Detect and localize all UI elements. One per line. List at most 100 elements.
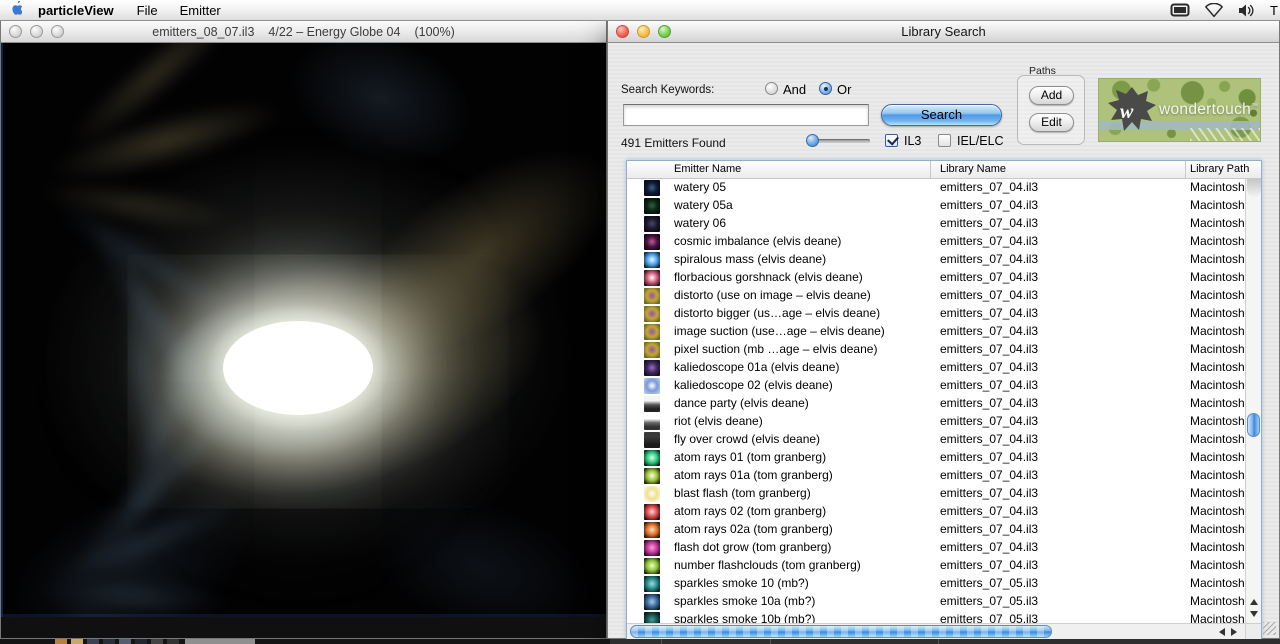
cell-library: emitters_07_04.il3: [940, 396, 1039, 410]
radio-or[interactable]: [819, 82, 832, 95]
table-row[interactable]: cosmic imbalance (elvis deane) emitters_0…: [627, 233, 1247, 251]
table-row[interactable]: atom rays 02 (tom granberg) emitters_07_0…: [627, 503, 1247, 521]
cell-library: emitters_07_05.il3: [940, 576, 1039, 590]
table-row[interactable]: flash dot grow (tom granberg) emitters_07…: [627, 539, 1247, 557]
zoom-button[interactable]: [658, 25, 671, 38]
menu-app-name[interactable]: particleView: [30, 0, 126, 20]
cell-path: Macintosh: [1190, 504, 1245, 518]
display-icon[interactable]: [1170, 3, 1190, 18]
column-divider[interactable]: [930, 161, 931, 179]
table-row[interactable]: pixel suction (mb …age – elvis deane) emi…: [627, 341, 1247, 359]
table-row[interactable]: watery 05 emitters_07_04.il3 Macintosh: [627, 179, 1247, 197]
distorto-thumbnail: [644, 288, 660, 304]
results-slider[interactable]: [806, 134, 870, 147]
volume-icon[interactable]: [1238, 3, 1256, 18]
table-row[interactable]: riot (elvis deane) emitters_07_04.il3 Maci…: [627, 413, 1247, 431]
scroll-right-arrow[interactable]: [1231, 628, 1237, 636]
zoom-button[interactable]: [51, 25, 64, 38]
kaliedoscope-01a-thumbnail: [644, 360, 660, 376]
table-row[interactable]: number flashclouds (tom granberg) emitter…: [627, 557, 1247, 575]
scroll-left-arrow[interactable]: [1219, 628, 1225, 636]
background-thumbnail-fragment: [103, 639, 115, 644]
table-row[interactable]: fly over crowd (elvis deane) emitters_07_…: [627, 431, 1247, 449]
library-titlebar[interactable]: Library Search: [608, 21, 1279, 43]
table-row[interactable]: blast flash (tom granberg) emitters_07_04…: [627, 485, 1247, 503]
cell-library: emitters_07_04.il3: [940, 306, 1039, 320]
edit-path-button[interactable]: Edit: [1029, 113, 1074, 132]
table-row[interactable]: kaliedoscope 02 (elvis deane) emitters_07…: [627, 377, 1247, 395]
cosmic-imbalance-thumbnail: [644, 234, 660, 250]
horizontal-scrollbar-thumb[interactable]: [630, 625, 1052, 638]
cell-library: emitters_07_04.il3: [940, 414, 1039, 428]
table-row[interactable]: atom rays 02a (tom granberg) emitters_07_…: [627, 521, 1247, 539]
florbacious-gorshnack-thumbnail: [644, 270, 660, 286]
results-count: 491 Emitters Found: [621, 136, 726, 150]
table-row[interactable]: distorto bigger (us…age – elvis deane) em…: [627, 305, 1247, 323]
search-button[interactable]: Search: [881, 104, 1002, 126]
apple-menu[interactable]: [0, 0, 30, 19]
particle-wisp: [4, 556, 303, 617]
preview-titlebar[interactable]: emitters_08_07.il3 4/22 – Energy Globe 0…: [1, 21, 606, 43]
table-row[interactable]: atom rays 01a (tom granberg) emitters_07_…: [627, 467, 1247, 485]
table-row[interactable]: distorto (use on image – elvis deane) emi…: [627, 287, 1247, 305]
particle-smoke: [312, 440, 606, 617]
particle-warm-glow: [30, 151, 606, 595]
cell-library: emitters_07_04.il3: [940, 378, 1039, 392]
column-divider[interactable]: [1185, 161, 1186, 179]
cell-library: emitters_07_04.il3: [940, 450, 1039, 464]
flash-dot-grow-thumbnail: [644, 540, 660, 556]
horizontal-scrollbar[interactable]: [627, 623, 1247, 639]
particle-wisps: [1, 43, 606, 617]
close-button[interactable]: [616, 25, 629, 38]
cell-path: Macintosh: [1190, 252, 1245, 266]
column-header-emitter-name[interactable]: Emitter Name: [674, 163, 741, 175]
close-button[interactable]: [9, 25, 22, 38]
cell-library: emitters_07_04.il3: [940, 216, 1039, 230]
minimize-button[interactable]: [30, 25, 43, 38]
table-row[interactable]: sparkles smoke 10 (mb?) emitters_07_05.il…: [627, 575, 1247, 593]
pixel-suction-thumbnail: [644, 342, 660, 358]
particle-wisp: [1, 559, 268, 617]
table-row[interactable]: kaliedoscope 01a (elvis deane) emitters_0…: [627, 359, 1247, 377]
vertical-scrollbar-thumb[interactable]: [1247, 413, 1260, 437]
minimize-button[interactable]: [637, 25, 650, 38]
radio-and[interactable]: [765, 82, 778, 95]
column-header-library-path[interactable]: Library Path: [1190, 163, 1249, 175]
window-resize-grip[interactable]: [1263, 622, 1276, 635]
riot-thumbnail: [644, 414, 660, 430]
il3-checkbox[interactable]: [885, 134, 898, 147]
menubar-clock-partial[interactable]: T: [1270, 3, 1280, 18]
airport-icon[interactable]: [1204, 2, 1224, 18]
column-header-library-name[interactable]: Library Name: [940, 163, 1006, 175]
vertical-scrollbar[interactable]: [1245, 179, 1261, 625]
cell-name: kaliedoscope 01a (elvis deane): [674, 360, 840, 374]
dance-party-thumbnail: [644, 396, 660, 412]
cell-library: emitters_07_04.il3: [940, 324, 1039, 338]
table-row[interactable]: watery 06 emitters_07_04.il3 Macintosh: [627, 215, 1247, 233]
table-row[interactable]: florbacious gorshnack (elvis deane) emitt…: [627, 269, 1247, 287]
blast-flash-thumbnail: [644, 486, 660, 502]
table-row[interactable]: sparkles smoke 10a (mb?) emitters_07_05.i…: [627, 593, 1247, 611]
menu-emitter[interactable]: Emitter: [169, 0, 232, 20]
cell-library: emitters_07_04.il3: [940, 558, 1039, 572]
cell-path: Macintosh: [1190, 180, 1245, 194]
table-row[interactable]: dance party (elvis deane) emitters_07_04.…: [627, 395, 1247, 413]
watery-05a-thumbnail: [644, 198, 660, 214]
atom-rays-02-thumbnail: [644, 504, 660, 520]
cell-name: dance party (elvis deane): [674, 396, 809, 410]
table-row[interactable]: atom rays 01 (tom granberg) emitters_07_0…: [627, 449, 1247, 467]
search-input[interactable]: [623, 104, 869, 126]
add-path-button[interactable]: Add: [1029, 86, 1074, 105]
cell-name: sparkles smoke 10 (mb?): [674, 576, 809, 590]
table-row[interactable]: image suction (use…age – elvis deane) emi…: [627, 323, 1247, 341]
table-row[interactable]: watery 05a emitters_07_04.il3 Macintosh: [627, 197, 1247, 215]
particle-core-halo: [183, 288, 413, 448]
particle-wisp: [1, 158, 274, 252]
apple-icon: [11, 0, 23, 15]
menu-file[interactable]: File: [126, 0, 169, 20]
scroll-up-arrow[interactable]: [1250, 599, 1258, 605]
scroll-down-arrow[interactable]: [1250, 611, 1258, 617]
table-row[interactable]: spiralous mass (elvis deane) emitters_07_…: [627, 251, 1247, 269]
slider-knob[interactable]: [806, 134, 819, 147]
iel-elc-checkbox[interactable]: [938, 134, 951, 147]
